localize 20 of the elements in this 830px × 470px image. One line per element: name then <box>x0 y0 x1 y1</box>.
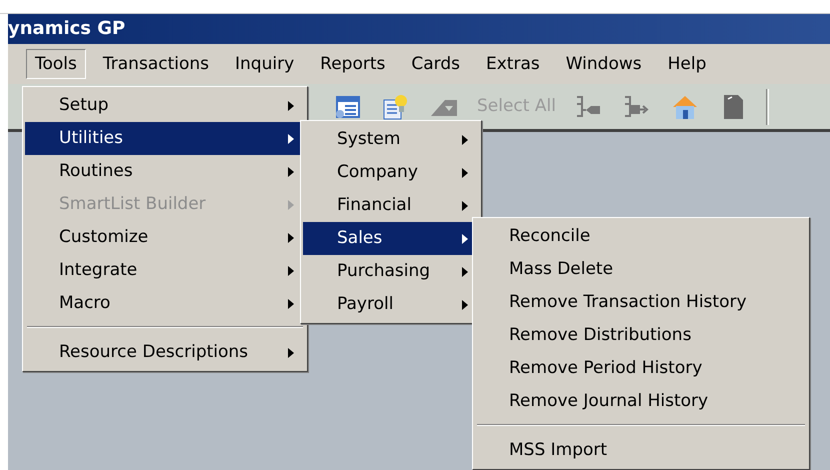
menu-item[interactable]: Mass Delete <box>475 253 807 286</box>
menu-item[interactable]: Remove Journal History <box>475 385 807 418</box>
window-title: ynamics GP <box>8 14 830 44</box>
menu-bar-item[interactable]: Transactions <box>94 48 218 80</box>
menu-item[interactable]: Financial <box>303 189 479 222</box>
menu-bar-item[interactable]: Cards <box>402 48 469 80</box>
menu-item[interactable]: MSS Import <box>475 434 807 467</box>
menu-bar-item[interactable]: Help <box>658 48 716 80</box>
menu-bar-item[interactable]: Tools <box>26 48 86 80</box>
menu-bar-item[interactable]: Windows <box>556 48 651 80</box>
menu-item[interactable]: Setup <box>25 89 305 122</box>
menu-bar-item[interactable]: Inquiry <box>226 48 304 80</box>
menu-item[interactable]: System <box>303 123 479 156</box>
menu-item[interactable]: Company <box>303 156 479 189</box>
menu-item[interactable]: Resource Descriptions <box>25 336 305 369</box>
menu-bar-item[interactable]: Reports <box>311 48 394 80</box>
menu-item[interactable]: Remove Transaction History <box>475 286 807 319</box>
menu-item[interactable]: Remove Distributions <box>475 319 807 352</box>
menu-bar-item[interactable]: Extras <box>477 48 549 80</box>
menu-item[interactable]: Remove Period History <box>475 352 807 385</box>
